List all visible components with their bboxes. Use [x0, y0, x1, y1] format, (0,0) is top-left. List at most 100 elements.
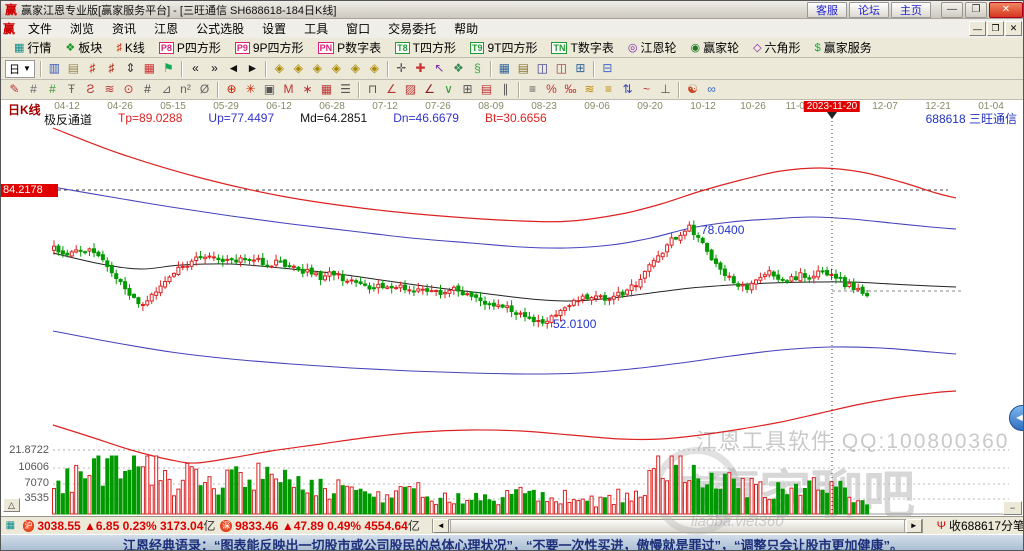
- menu-item-江恩[interactable]: 江恩: [145, 20, 187, 37]
- updown-icon[interactable]: ⇅: [618, 81, 637, 98]
- shade-box-icon[interactable]: ▨: [401, 81, 420, 98]
- first-page-icon[interactable]: «: [186, 60, 205, 77]
- parallel-icon[interactable]: ∥: [496, 81, 515, 98]
- menu-item-工具[interactable]: 工具: [295, 20, 337, 37]
- permille-icon[interactable]: ‰: [561, 81, 580, 98]
- percent-icon[interactable]: %: [542, 81, 561, 98]
- tab-hexagon[interactable]: ◇ 六角形: [746, 39, 807, 57]
- menu-item-窗口[interactable]: 窗口: [337, 20, 379, 37]
- tab-quotes[interactable]: ▦ 行情: [7, 39, 58, 57]
- n2-icon[interactable]: n²: [176, 81, 195, 98]
- forum-button[interactable]: 论坛: [849, 1, 889, 18]
- ticket-icon[interactable]: §: [468, 60, 487, 77]
- shenzhen-index[interactable]: 9833.46 ▲47.89 0.49% 4554.64亿: [235, 517, 420, 534]
- shanghai-index[interactable]: 3038.55 ▲6.85 0.23% 3173.04亿: [37, 517, 215, 534]
- gold-wave-icon[interactable]: ≋: [580, 81, 599, 98]
- sine-icon[interactable]: ~: [637, 81, 656, 98]
- menu-item-设置[interactable]: 设置: [253, 20, 295, 37]
- tab-t-digits[interactable]: TN T数字表: [544, 39, 620, 57]
- zoom-diamond-3-icon[interactable]: ◈: [308, 60, 327, 77]
- tab-t-square[interactable]: T8 T四方形: [388, 39, 463, 57]
- angle-icon[interactable]: ∠: [382, 81, 401, 98]
- rails-icon[interactable]: ☰: [336, 81, 355, 98]
- info-panel-icon[interactable]: ▤: [64, 60, 83, 77]
- grid-red-icon[interactable]: ▦: [317, 81, 336, 98]
- tag-icon[interactable]: ❖: [449, 60, 468, 77]
- tab-9p-square[interactable]: P9 9P四方形: [228, 39, 311, 57]
- hand-icon[interactable]: ✛: [392, 60, 411, 77]
- gold-levels-icon[interactable]: ≡: [599, 81, 618, 98]
- bars-red-icon[interactable]: ♯: [83, 60, 102, 77]
- market-grid-icon[interactable]: ▦: [4, 520, 17, 532]
- expand-pane-button[interactable]: △: [3, 498, 20, 512]
- crosshair-icon[interactable]: ✚: [411, 60, 430, 77]
- maximize-button[interactable]: ❐: [965, 1, 987, 18]
- support-button[interactable]: 客服: [807, 1, 847, 18]
- close-button[interactable]: ✕: [989, 1, 1023, 18]
- tab-kline[interactable]: ♯ K线: [109, 39, 152, 57]
- bars-red2-icon[interactable]: ♯: [102, 60, 121, 77]
- gann-grid-icon[interactable]: #: [24, 81, 43, 98]
- menu-item-交易委托[interactable]: 交易委托: [379, 20, 445, 37]
- tab-p-digits[interactable]: PN P数字表: [311, 39, 389, 57]
- yinyang-icon[interactable]: ☯: [683, 81, 702, 98]
- calendar-icon[interactable]: ▦: [495, 60, 514, 77]
- frame-icon[interactable]: ▦: [140, 60, 159, 77]
- tab-sectors[interactable]: ❖ 板块: [58, 39, 109, 57]
- angle-rule-icon[interactable]: ⊿: [157, 81, 176, 98]
- wave-icon[interactable]: ≋: [100, 81, 119, 98]
- star-burst-icon[interactable]: ✳: [241, 81, 260, 98]
- zoom-diamond-5-icon[interactable]: ◈: [346, 60, 365, 77]
- menu-item-资讯[interactable]: 资讯: [103, 20, 145, 37]
- circle-cycle-icon[interactable]: ⊙: [119, 81, 138, 98]
- spiral-icon[interactable]: Ƨ: [81, 81, 100, 98]
- scroll-left-icon[interactable]: ◄: [432, 518, 449, 533]
- pointer-icon[interactable]: ↖: [430, 60, 449, 77]
- chart-style-icon[interactable]: ▥: [45, 60, 64, 77]
- zoom-diamond-6-icon[interactable]: ◈: [365, 60, 384, 77]
- menu-item-文件[interactable]: 文件: [19, 20, 61, 37]
- child-minimize-button[interactable]: —: [969, 21, 986, 36]
- minimize-button[interactable]: —: [941, 1, 963, 18]
- tick-feed-status[interactable]: Ψ 收688617分笔: [937, 517, 1023, 534]
- bridge-icon[interactable]: ⊓: [363, 81, 382, 98]
- save-icon[interactable]: ◫: [533, 60, 552, 77]
- candlestick-plot[interactable]: [1, 99, 1024, 516]
- prev-icon[interactable]: ◄: [224, 60, 243, 77]
- vee-icon[interactable]: ∨: [439, 81, 458, 98]
- ruler-icon[interactable]: Ø: [195, 81, 214, 98]
- tab-winner-wheel[interactable]: ◉ 赢家轮: [683, 39, 746, 57]
- grid-icon[interactable]: ⊞: [571, 60, 590, 77]
- period-dropdown[interactable]: 日 ▼: [5, 59, 35, 78]
- calculator-icon[interactable]: ▤: [514, 60, 533, 77]
- pen-icon[interactable]: ✎: [5, 81, 24, 98]
- gann-fan-icon[interactable]: Ŧ: [62, 81, 81, 98]
- truck-icon[interactable]: ⊟: [598, 60, 617, 77]
- tab-p-square[interactable]: P8 P四方形: [152, 39, 228, 57]
- table-icon[interactable]: ⊞: [458, 81, 477, 98]
- collapse-pane-button[interactable]: −: [1003, 501, 1022, 515]
- infinity-icon[interactable]: ∞: [702, 81, 721, 98]
- fan-lines-icon[interactable]: ∠: [420, 81, 439, 98]
- child-restore-button[interactable]: ❐: [987, 21, 1004, 36]
- menu-item-浏览[interactable]: 浏览: [61, 20, 103, 37]
- target-icon[interactable]: ⊕: [222, 81, 241, 98]
- double-star-icon[interactable]: ∗: [298, 81, 317, 98]
- boxed-chart-icon[interactable]: ▣: [260, 81, 279, 98]
- tab-winner-service[interactable]: $ 赢家服务: [808, 39, 879, 57]
- last-page-icon[interactable]: »: [205, 60, 224, 77]
- levels-icon[interactable]: ≡: [523, 81, 542, 98]
- candle-type-icon[interactable]: ⇕: [121, 60, 140, 77]
- save2-icon[interactable]: ◫: [552, 60, 571, 77]
- menu-item-帮助[interactable]: 帮助: [445, 20, 487, 37]
- m-marks-icon[interactable]: M: [279, 81, 298, 98]
- homepage-button[interactable]: 主页: [891, 1, 931, 18]
- zoom-diamond-2-icon[interactable]: ◈: [289, 60, 308, 77]
- next-icon[interactable]: ►: [243, 60, 262, 77]
- hash-icon[interactable]: #: [138, 81, 157, 98]
- zoom-diamond-4-icon[interactable]: ◈: [327, 60, 346, 77]
- child-close-button[interactable]: ✕: [1005, 21, 1022, 36]
- menu-item-公式选股[interactable]: 公式选股: [187, 20, 253, 37]
- panel-icon[interactable]: ▤: [477, 81, 496, 98]
- gann-grid-green-icon[interactable]: #: [43, 81, 62, 98]
